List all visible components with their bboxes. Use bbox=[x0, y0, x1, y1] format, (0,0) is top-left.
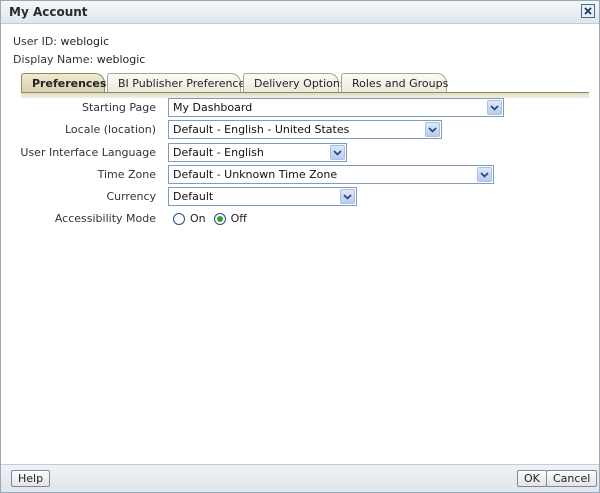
time-zone-value: Default - Unknown Time Zone bbox=[173, 168, 338, 181]
chevron-down-icon bbox=[425, 122, 440, 137]
tab-delivery-options[interactable]: Delivery Options bbox=[243, 73, 346, 93]
locale-select[interactable]: Default - English - United States bbox=[168, 120, 442, 139]
display-name-line: Display Name: weblogic bbox=[13, 53, 145, 66]
accessibility-row: Accessibility Mode On Off bbox=[1, 211, 600, 231]
currency-label: Currency bbox=[106, 190, 156, 203]
dialog-title: My Account bbox=[9, 5, 88, 19]
display-name-value: weblogic bbox=[96, 53, 146, 66]
accessibility-off-radio[interactable] bbox=[213, 212, 226, 225]
accessibility-label: Accessibility Mode bbox=[54, 212, 156, 225]
accessibility-on-radio[interactable] bbox=[173, 212, 185, 225]
time-zone-row: Time Zone Default - Unknown Time Zone bbox=[1, 165, 600, 185]
ui-language-row: User Interface Language Default - Englis… bbox=[1, 143, 600, 163]
tab-bi-publisher-preferences[interactable]: BI Publisher Preferences bbox=[107, 73, 251, 93]
currency-value: Default bbox=[173, 190, 214, 203]
user-id-line: User ID: weblogic bbox=[13, 35, 109, 48]
time-zone-label: Time Zone bbox=[97, 168, 156, 181]
chevron-down-icon bbox=[330, 145, 345, 160]
time-zone-select[interactable]: Default - Unknown Time Zone bbox=[168, 165, 494, 184]
cancel-button[interactable]: Cancel bbox=[546, 470, 598, 487]
title-bar: My Account bbox=[1, 1, 599, 24]
locale-label: Locale (location) bbox=[64, 123, 156, 136]
dialog-footer: Help OK Cancel bbox=[1, 464, 599, 492]
user-id-label: User ID: bbox=[13, 35, 57, 48]
accessibility-radio-group: On Off bbox=[173, 212, 255, 225]
my-account-dialog: My Account User ID: weblogic Display Nam… bbox=[0, 0, 600, 493]
radio-selected-dot bbox=[216, 215, 223, 222]
accessibility-on-label[interactable]: On bbox=[190, 212, 206, 225]
starting-page-value: My Dashboard bbox=[173, 101, 253, 114]
accessibility-off-label[interactable]: Off bbox=[231, 212, 247, 225]
currency-select[interactable]: Default bbox=[168, 187, 357, 206]
tab-preferences[interactable]: Preferences bbox=[21, 73, 106, 93]
tab-roles-and-groups[interactable]: Roles and Groups bbox=[341, 73, 448, 93]
starting-page-row: Starting Page My Dashboard bbox=[1, 98, 600, 118]
close-icon bbox=[584, 7, 592, 15]
user-id-value: weblogic bbox=[60, 35, 110, 48]
chevron-down-icon bbox=[487, 100, 502, 115]
ui-language-value: Default - English bbox=[173, 146, 264, 159]
locale-row: Locale (location) Default - English - Un… bbox=[1, 120, 600, 140]
chevron-down-icon bbox=[340, 189, 355, 204]
ok-button[interactable]: OK bbox=[517, 470, 547, 487]
close-button[interactable] bbox=[581, 4, 595, 18]
starting-page-select[interactable]: My Dashboard bbox=[168, 98, 504, 117]
ui-language-label: User Interface Language bbox=[20, 146, 156, 159]
ui-language-select[interactable]: Default - English bbox=[168, 143, 347, 162]
display-name-label: Display Name: bbox=[13, 53, 94, 66]
help-button[interactable]: Help bbox=[11, 470, 51, 487]
locale-value: Default - English - United States bbox=[173, 123, 350, 136]
chevron-down-icon bbox=[477, 167, 492, 182]
currency-row: Currency Default bbox=[1, 187, 600, 207]
starting-page-label: Starting Page bbox=[81, 101, 156, 114]
